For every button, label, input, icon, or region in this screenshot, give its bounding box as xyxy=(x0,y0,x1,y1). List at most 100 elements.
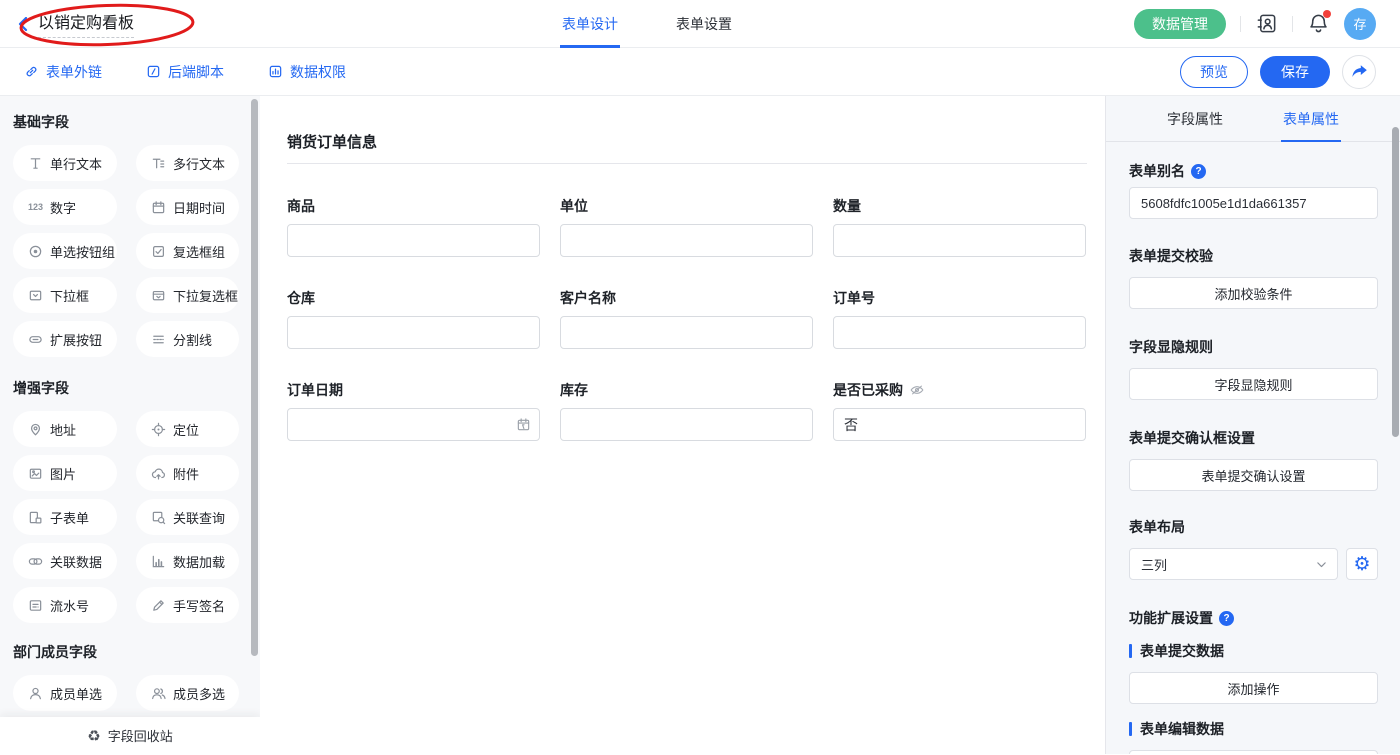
help-question-icon[interactable]: ? xyxy=(1219,611,1234,626)
tab-field-properties[interactable]: 字段属性 xyxy=(1165,96,1225,141)
form-title-divider xyxy=(287,163,1087,164)
basic-field-grid: 单行文本 多行文本 123 数字 日期时间 单选按钮组 xyxy=(13,145,260,357)
form-field-stock[interactable]: 库存 xyxy=(560,380,813,441)
field-item-image[interactable]: 图片 xyxy=(13,455,117,491)
notification-dot xyxy=(1323,10,1331,18)
backend-script-link[interactable]: 后端脚本 xyxy=(146,62,224,82)
select-icon xyxy=(28,288,43,303)
window-scrollbar[interactable] xyxy=(1392,127,1399,437)
notification-bell[interactable] xyxy=(1307,12,1330,35)
field-item-radio-group[interactable]: 单选按钮组 xyxy=(13,233,117,269)
share-button[interactable] xyxy=(1342,55,1376,89)
radio-icon xyxy=(28,244,43,259)
layout-select[interactable]: 三列 xyxy=(1129,548,1338,580)
link-label: 数据权限 xyxy=(290,62,346,82)
field-item-related-data[interactable]: 关联数据 xyxy=(13,543,117,579)
field-item-serial-number[interactable]: 流水号 xyxy=(13,587,117,623)
chain-links-icon xyxy=(28,554,43,569)
product-input[interactable] xyxy=(287,224,540,257)
field-item-signature[interactable]: 手写签名 xyxy=(136,587,239,623)
enhanced-field-grid: 地址 定位 图片 附件 子表单 xyxy=(13,411,260,623)
form-field-order-date[interactable]: 订单日期 xyxy=(287,380,540,441)
image-icon xyxy=(28,466,43,481)
form-section-title[interactable]: 销货订单信息 xyxy=(287,131,1087,152)
field-item-attachment[interactable]: 附件 xyxy=(136,455,239,491)
form-external-link[interactable]: 表单外链 xyxy=(24,62,102,82)
visibility-rule-heading: 字段显隐规则 xyxy=(1129,337,1378,357)
field-item-select[interactable]: 下拉框 xyxy=(13,277,117,313)
field-recycle-bin[interactable]: ♻ 字段回收站 xyxy=(0,717,260,754)
purchased-input[interactable] xyxy=(833,408,1086,441)
data-permission-link[interactable]: 数据权限 xyxy=(268,62,346,82)
data-manage-button[interactable]: 数据管理 xyxy=(1134,9,1226,39)
script-icon xyxy=(146,64,161,79)
form-field-quantity[interactable]: 数量 xyxy=(833,196,1086,257)
field-item-subform[interactable]: 子表单 xyxy=(13,499,117,535)
field-item-number[interactable]: 123 数字 xyxy=(13,189,117,225)
field-item-datetime[interactable]: 日期时间 xyxy=(136,189,239,225)
field-item-divider-line[interactable]: 分割线 xyxy=(136,321,239,357)
field-item-multi-text[interactable]: 多行文本 xyxy=(136,145,239,181)
user-avatar[interactable]: 存 xyxy=(1344,8,1376,40)
customer-name-input[interactable] xyxy=(560,316,813,349)
add-check-condition-button[interactable]: 添加校验条件 xyxy=(1129,277,1378,309)
add-edit-action-button[interactable]: 添加操作 xyxy=(1129,750,1378,754)
visibility-rule-button[interactable]: 字段显隐规则 xyxy=(1129,368,1378,400)
stock-input[interactable] xyxy=(560,408,813,441)
app-title[interactable]: 以销定购看板 xyxy=(38,9,134,38)
form-field-product[interactable]: 商品 xyxy=(287,196,540,257)
field-item-multi-select[interactable]: 下拉复选框 xyxy=(136,277,239,313)
divider xyxy=(1292,16,1293,32)
link-label: 表单外链 xyxy=(46,62,102,82)
form-field-order-no[interactable]: 订单号 xyxy=(833,288,1086,349)
layout-settings-button[interactable]: ⚙ xyxy=(1346,548,1378,580)
back-icon[interactable] xyxy=(18,17,28,31)
field-item-checkbox-group[interactable]: 复选框组 xyxy=(136,233,239,269)
help-question-icon[interactable]: ? xyxy=(1191,164,1206,179)
field-label: 商品 xyxy=(287,196,540,216)
eye-slash-icon xyxy=(909,382,925,398)
section-title-members: 部门成员字段 xyxy=(13,642,260,662)
confirm-setting-button[interactable]: 表单提交确认设置 xyxy=(1129,459,1378,491)
unit-input[interactable] xyxy=(560,224,813,257)
tab-form-settings[interactable]: 表单设置 xyxy=(674,0,734,48)
form-field-customer-name[interactable]: 客户名称 xyxy=(560,288,813,349)
field-item-lookup-query[interactable]: 关联查询 xyxy=(136,499,239,535)
form-alias-input[interactable] xyxy=(1129,187,1378,219)
order-date-input[interactable] xyxy=(287,408,540,441)
share-arrow-icon xyxy=(1351,64,1368,79)
header-tabs: 表单设计 表单设置 xyxy=(560,0,734,48)
field-item-extend-button[interactable]: 扩展按钮 xyxy=(13,321,117,357)
field-item-data-load[interactable]: 数据加载 xyxy=(136,543,239,579)
tab-form-design[interactable]: 表单设计 xyxy=(560,0,620,48)
form-field-warehouse[interactable]: 仓库 xyxy=(287,288,540,349)
tab-form-properties[interactable]: 表单属性 xyxy=(1281,96,1341,141)
field-item-address[interactable]: 地址 xyxy=(13,411,117,447)
header-right: 数据管理 存 xyxy=(1134,8,1400,40)
sidebar-scrollbar[interactable] xyxy=(251,99,258,656)
save-button[interactable]: 保存 xyxy=(1260,56,1330,88)
preview-button[interactable]: 预览 xyxy=(1180,56,1248,88)
contacts-book-icon[interactable] xyxy=(1255,12,1278,35)
quantity-input[interactable] xyxy=(833,224,1086,257)
form-field-purchased[interactable]: 是否已采购 xyxy=(833,380,1086,441)
field-label-text: 是否已采购 xyxy=(833,380,903,400)
serial-number-icon xyxy=(28,598,43,613)
field-label: 订单号 xyxy=(833,288,1086,308)
order-no-input[interactable] xyxy=(833,316,1086,349)
field-item-location[interactable]: 定位 xyxy=(136,411,239,447)
form-alias-heading: 表单别名 ? xyxy=(1129,161,1378,181)
extension-label: 功能扩展设置 xyxy=(1129,608,1213,628)
field-library-sidebar: 基础字段 单行文本 多行文本 123 数字 日期时间 xyxy=(0,96,260,754)
add-submit-action-button[interactable]: 添加操作 xyxy=(1129,672,1378,704)
properties-panel: 字段属性 表单属性 表单别名 ? 表单提交校验 添加校验条件 字段显隐规则 字段… xyxy=(1105,96,1400,754)
field-item-member-multi[interactable]: 成员多选 xyxy=(136,675,239,711)
warehouse-input[interactable] xyxy=(287,316,540,349)
field-item-member-single[interactable]: 成员单选 xyxy=(13,675,117,711)
divider-line-icon xyxy=(151,332,166,347)
field-item-single-text[interactable]: 单行文本 xyxy=(13,145,117,181)
people-icon xyxy=(151,686,166,701)
permission-icon xyxy=(268,64,283,79)
form-field-unit[interactable]: 单位 xyxy=(560,196,813,257)
cloud-upload-icon xyxy=(151,466,166,481)
